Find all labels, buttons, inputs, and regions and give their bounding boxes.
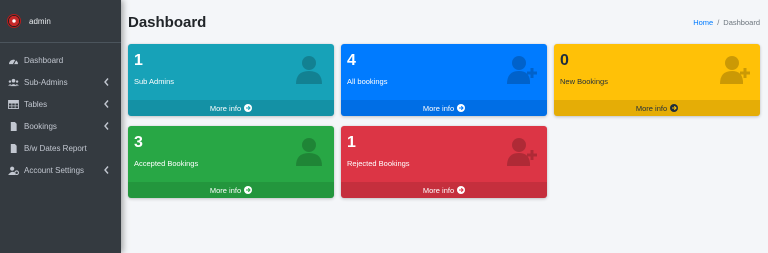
user-plus-icon bbox=[720, 54, 750, 84]
chevron-left-icon bbox=[104, 100, 109, 108]
more-info-link[interactable]: More info bbox=[128, 100, 334, 116]
more-info-link[interactable]: More info bbox=[128, 182, 334, 198]
brand[interactable]: admin bbox=[0, 0, 121, 43]
arrow-circle-right-icon bbox=[244, 104, 253, 112]
card-label: Sub Admins bbox=[134, 77, 175, 86]
dashboard-icon bbox=[8, 56, 19, 65]
chevron-left-icon bbox=[104, 166, 109, 174]
more-info-label: More info bbox=[209, 185, 242, 195]
table-icon bbox=[8, 99, 19, 109]
file-icon bbox=[8, 121, 19, 131]
card-count: 0 bbox=[560, 52, 569, 69]
card-accepted-bookings: 3 Accepted Bookings More info bbox=[128, 126, 334, 198]
sidebar: admin Dashboard Sub-Admins Tables Bookin… bbox=[0, 0, 121, 253]
card-count: 1 bbox=[347, 134, 356, 151]
sidebar-item-label: Sub-Admins bbox=[24, 77, 68, 87]
sidebar-item-bookings[interactable]: Bookings bbox=[0, 115, 121, 137]
breadcrumb-separator: / bbox=[717, 18, 720, 27]
breadcrumb-home-link[interactable]: Home bbox=[693, 18, 713, 27]
card-label: All bookings bbox=[347, 77, 388, 86]
brand-name: admin bbox=[29, 16, 51, 26]
sidebar-item-dashboard[interactable]: Dashboard bbox=[0, 49, 121, 71]
logo-icon bbox=[7, 14, 21, 28]
card-label: Accepted Bookings bbox=[134, 159, 199, 168]
user-icon bbox=[294, 136, 324, 166]
sidebar-item-label: Account Settings bbox=[24, 165, 85, 175]
user-cog-icon bbox=[8, 166, 19, 175]
more-info-label: More info bbox=[209, 103, 242, 113]
sidebar-item-account-settings[interactable]: Account Settings bbox=[0, 159, 121, 181]
sidebar-item-sub-admins[interactable]: Sub-Admins bbox=[0, 71, 121, 93]
more-info-label: More info bbox=[635, 103, 668, 113]
arrow-circle-right-icon bbox=[457, 186, 466, 194]
breadcrumb-current: Dashboard bbox=[723, 18, 760, 27]
file-icon bbox=[8, 143, 19, 153]
card-label: Rejected Bookings bbox=[347, 159, 410, 168]
sidebar-item-bw-dates-report[interactable]: B/w Dates Report bbox=[0, 137, 121, 159]
user-icon bbox=[294, 54, 324, 84]
card-count: 1 bbox=[134, 52, 143, 69]
user-plus-icon bbox=[507, 54, 537, 84]
more-info-link[interactable]: More info bbox=[341, 100, 547, 116]
user-plus-icon bbox=[507, 136, 537, 166]
arrow-circle-right-icon bbox=[457, 104, 466, 112]
card-label: New Bookings bbox=[560, 77, 608, 86]
sidebar-item-tables[interactable]: Tables bbox=[0, 93, 121, 115]
breadcrumb: Home / Dashboard bbox=[693, 18, 760, 27]
arrow-circle-right-icon bbox=[670, 104, 679, 112]
sidebar-item-label: B/w Dates Report bbox=[24, 143, 87, 153]
sidebar-item-label: Dashboard bbox=[24, 55, 64, 65]
card-all-bookings: 4 All bookings More info bbox=[341, 44, 547, 116]
arrow-circle-right-icon bbox=[244, 186, 253, 194]
card-count: 3 bbox=[134, 134, 143, 151]
card-sub-admins: 1 Sub Admins More info bbox=[128, 44, 334, 116]
more-info-label: More info bbox=[422, 103, 455, 113]
content-header: Dashboard Home / Dashboard bbox=[121, 0, 768, 40]
sidebar-item-label: Bookings bbox=[24, 121, 57, 131]
card-new-bookings: 0 New Bookings More info bbox=[554, 44, 760, 116]
sidebar-nav: Dashboard Sub-Admins Tables Bookings B/w… bbox=[0, 43, 121, 181]
more-info-link[interactable]: More info bbox=[341, 182, 547, 198]
more-info-link[interactable]: More info bbox=[554, 100, 760, 116]
chevron-left-icon bbox=[104, 78, 109, 86]
card-count: 4 bbox=[347, 52, 356, 69]
sidebar-item-label: Tables bbox=[24, 99, 48, 109]
users-icon bbox=[8, 78, 19, 87]
chevron-left-icon bbox=[104, 122, 109, 130]
more-info-label: More info bbox=[422, 185, 455, 195]
page-title: Dashboard bbox=[128, 14, 207, 31]
card-rejected-bookings: 1 Rejected Bookings More info bbox=[341, 126, 547, 198]
